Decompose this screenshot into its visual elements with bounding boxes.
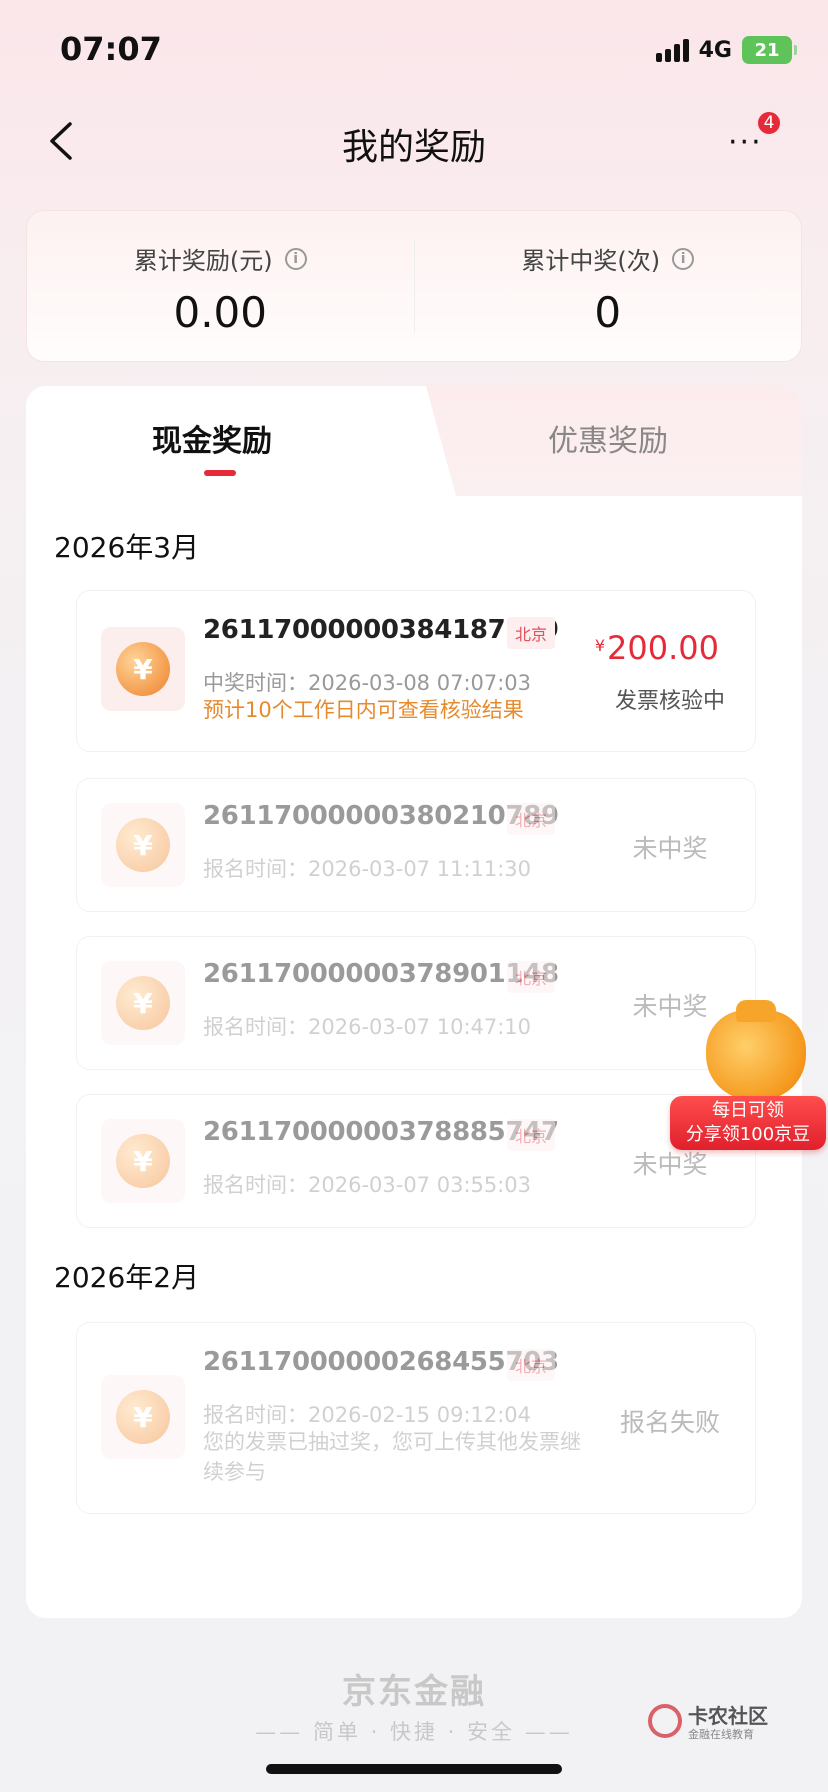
city-tag: 北京 (507, 803, 556, 835)
record-id: 26117000000384187609 (203, 615, 559, 645)
record-note: 预计10个工作日内可查看核验结果 (203, 698, 524, 722)
promo-label: 每日可领 分享领100京豆 (670, 1096, 826, 1150)
city-tag: 北京 (507, 961, 556, 993)
tab-cash-reward[interactable]: 现金奖励 (152, 416, 272, 460)
watermark-logo-icon (648, 1704, 682, 1738)
coin-icon: ¥ (101, 961, 185, 1045)
notification-badge: 4 (756, 110, 782, 136)
reward-record[interactable]: ¥ 26117000000378885747 北京 报名时间：2026-03-0… (76, 1094, 756, 1228)
home-indicator[interactable] (266, 1764, 562, 1774)
cellular-signal-icon (655, 38, 689, 62)
nav-bar: 我的奖励 ··· 4 (0, 100, 828, 182)
reward-record[interactable]: ¥ 26117000000378901148 北京 报名时间：2026-03-0… (76, 936, 756, 1070)
record-time: 报名时间：2026-03-07 03:55:03 (203, 1173, 532, 1197)
reward-record[interactable]: ¥ 26117000000384187609 北京 中奖时间：2026-03-0… (76, 590, 756, 752)
coin-icon: ¥ (101, 1119, 185, 1203)
reward-amount: ¥200.00 (594, 629, 719, 667)
total-wins-value: 0 (594, 288, 622, 337)
total-wins-label: 累计中奖(次) (521, 247, 661, 275)
tab-coupon-reward[interactable]: 优惠奖励 (548, 416, 668, 460)
battery-icon: 21 (742, 36, 797, 64)
month-header: 2026年3月 (54, 531, 200, 564)
city-tag: 北京 (507, 1119, 556, 1151)
watermark-sub: 金融在线教育 (688, 1728, 754, 1741)
record-id: 26117000000378885747 (203, 1117, 559, 1147)
network-type: 4G (698, 37, 732, 63)
city-tag: 北京 (507, 1349, 556, 1381)
record-time: 报名时间：2026-03-07 11:11:30 (203, 857, 532, 881)
status-bar: 07:07 4G 21 (0, 0, 828, 100)
reward-summary-card: 累计奖励(元) i 0.00 累计中奖(次) i 0 (26, 210, 802, 362)
reward-tabs: 现金奖励 优惠奖励 (26, 386, 802, 496)
daily-jd-bean-promo[interactable]: 每日可领 分享领100京豆 (668, 1000, 828, 1150)
page-title: 我的奖励 (341, 127, 486, 168)
record-time: 报名时间：2026-02-15 09:12:04 (203, 1403, 532, 1427)
total-wins-section: 累计中奖(次) i 0 (415, 211, 802, 361)
more-dots-icon: ··· (728, 125, 763, 160)
record-id: 26117000000380210789 (203, 801, 559, 831)
total-reward-value: 0.00 (173, 288, 267, 337)
rewards-list-card: 现金奖励 优惠奖励 2026年3月 ¥ 26117000000384187609… (26, 386, 802, 1618)
reward-record[interactable]: ¥ 26117000000380210789 北京 报名时间：2026-03-0… (76, 778, 756, 912)
coin-icon: ¥ (101, 627, 185, 711)
total-reward-section: 累计奖励(元) i 0.00 (27, 211, 414, 361)
record-id: 26117000000268455703 (203, 1347, 559, 1377)
status-time: 07:07 (60, 30, 162, 68)
record-time: 报名时间：2026-03-07 10:47:10 (203, 1015, 532, 1039)
reward-record[interactable]: ¥ 26117000000268455703 北京 报名时间：2026-02-1… (76, 1322, 756, 1514)
record-note: 您的发票已抽过奖，您可上传其他发票继续参与 (203, 1430, 581, 1484)
lucky-bag-icon (706, 1000, 806, 1100)
city-tag: 北京 (507, 617, 556, 649)
record-status: 未中奖 (632, 1150, 708, 1179)
active-tab-indicator (204, 470, 236, 476)
record-status: 报名失败 (619, 1408, 720, 1437)
watermark: 卡农社区 金融在线教育 (648, 1700, 778, 1744)
record-status: 发票核验中 (614, 689, 725, 714)
status-indicators: 4G 21 (655, 36, 797, 64)
more-menu-button[interactable]: ··· 4 (724, 110, 782, 162)
record-time: 中奖时间：2026-03-08 07:07:03 (203, 671, 532, 695)
month-header: 2026年2月 (54, 1261, 200, 1294)
watermark-name: 卡农社区 (688, 1704, 768, 1728)
info-icon[interactable]: i (284, 247, 307, 270)
record-id: 26117000000378901148 (203, 959, 559, 989)
info-icon[interactable]: i (672, 247, 695, 270)
battery-level: 21 (754, 39, 780, 61)
coin-icon: ¥ (101, 1375, 185, 1459)
record-status: 未中奖 (632, 834, 708, 863)
coin-icon: ¥ (101, 803, 185, 887)
total-reward-label: 累计奖励(元) (133, 247, 273, 275)
